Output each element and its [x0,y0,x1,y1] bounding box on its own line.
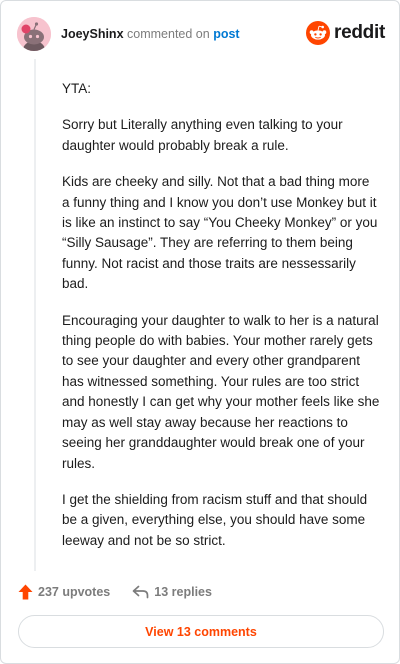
comment-meta: JoeyShinx commented on post [61,26,240,42]
comment-footer: 237 upvotes 13 replies [18,583,212,601]
action-text: commented on [127,27,210,41]
thread-line[interactable] [34,59,36,571]
post-link[interactable]: post [213,27,239,41]
comment-paragraph: Sorry but Literally anything even talkin… [62,117,343,153]
upvote-arrow-icon [18,584,33,600]
comment-card: JoeyShinx commented on post reddit YTA: … [0,0,400,664]
comment-paragraph: Kids are cheeky and silly. Not that a ba… [62,174,378,292]
comment-header: JoeyShinx commented on post reddit [17,17,385,51]
comment-body: YTA: Sorry but Literally anything even t… [62,79,380,567]
reddit-brand[interactable]: reddit [306,20,385,46]
comment-paragraph: Encouraging your daughter to walk to her… [62,312,380,471]
view-comments-button[interactable]: View 13 comments [18,615,384,648]
reply-arrow-icon [132,585,149,599]
snoo-avatar-icon [17,17,51,51]
upvote-count: 237 upvotes [38,585,111,599]
reply-count: 13 replies [154,585,212,599]
avatar[interactable] [17,17,51,51]
reddit-wordmark: reddit [334,22,385,43]
comment-paragraph: I get the shielding from racism stuff an… [62,491,368,548]
username[interactable]: JoeyShinx [61,27,124,41]
reddit-logo-icon [306,21,331,45]
reply-button[interactable]: 13 replies [132,585,212,599]
comment-paragraph: YTA: [62,81,92,96]
upvote-button[interactable]: 237 upvotes [18,584,110,600]
